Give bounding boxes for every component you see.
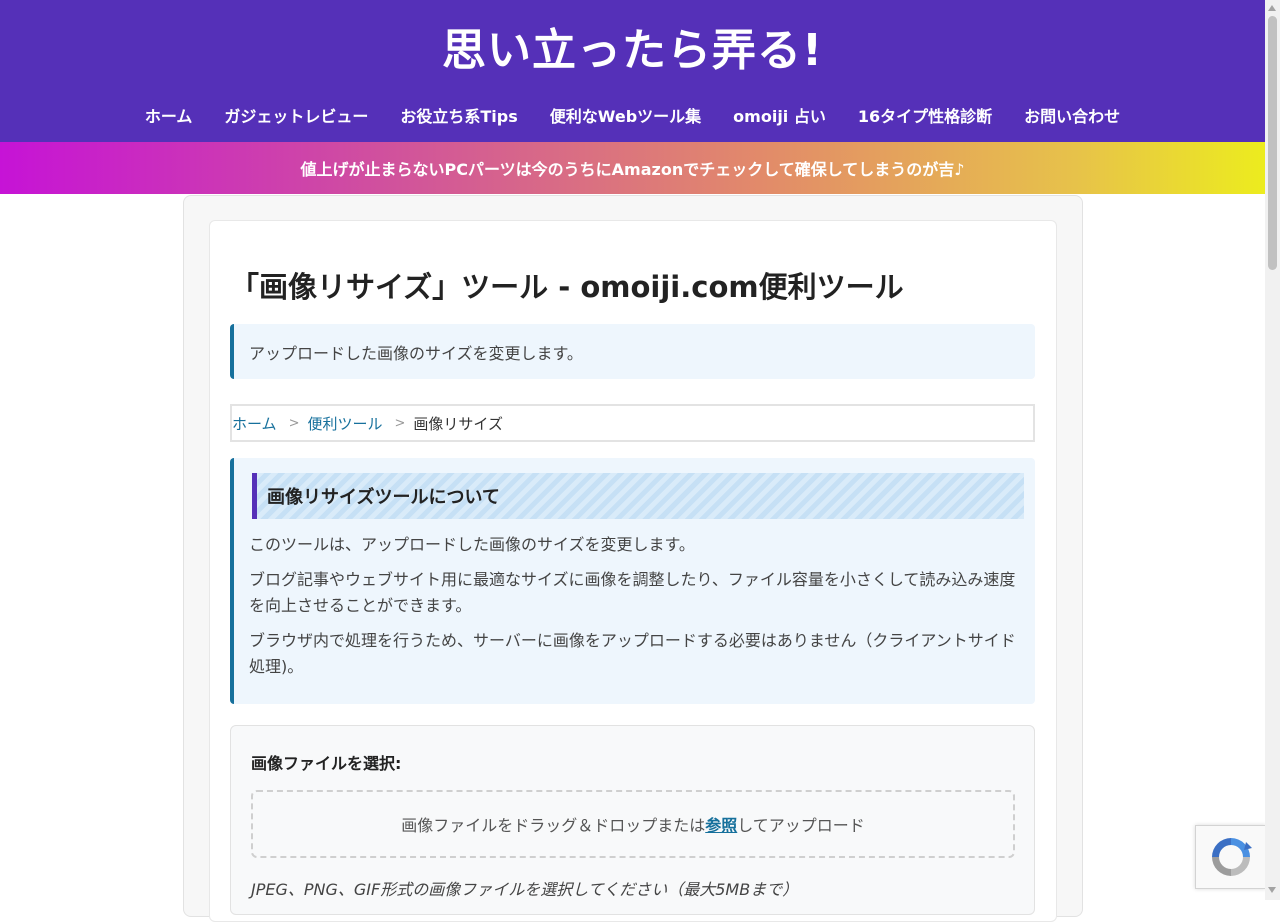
nav-item-personality-test[interactable]: 16タイプ性格診断 [842, 103, 1008, 127]
about-paragraph-2: ブログ記事やウェブサイト用に最適なサイズに画像を調整したり、ファイル容量を小さく… [249, 567, 1024, 619]
global-nav: ホーム ガジェットレビュー お役立ち系Tips 便利なWebツール集 omoij… [0, 103, 1265, 127]
breadcrumb-category[interactable]: 便利ツール [307, 413, 382, 434]
breadcrumb-separator: > [288, 415, 300, 431]
breadcrumb: ホーム > 便利ツール > 画像リサイズ [230, 404, 1035, 442]
nav-item-web-tools[interactable]: 便利なWebツール集 [534, 103, 717, 127]
recaptcha-icon [1212, 838, 1252, 876]
about-section: 画像リサイズツールについて このツールは、アップロードした画像のサイズを変更しま… [230, 458, 1035, 704]
upload-label: 画像ファイルを選択: [251, 754, 402, 773]
about-paragraph-3-line-1: ブラウザ内で処理を行うため、サーバーに画像をアップロードする必要はありません（ク… [249, 631, 1016, 650]
browse-link[interactable]: 参照 [705, 812, 737, 836]
breadcrumb-separator: > [394, 415, 406, 431]
nav-item-tips[interactable]: お役立ち系Tips [384, 103, 533, 127]
site-title[interactable]: 思い立ったら弄る! [0, 14, 1265, 78]
lead-box: アップロードした画像のサイズを変更します。 [230, 324, 1035, 379]
dropzone-text-before: 画像ファイルをドラッグ＆ドロップまたは [401, 816, 706, 835]
promo-banner-text: 値上げが止まらないPCパーツは今のうちにAmazonでチェックして確保してしまう… [300, 160, 965, 179]
nav-item-fortune[interactable]: omoiji 占い [717, 103, 842, 127]
dropzone-text-after: してアップロード [737, 816, 865, 835]
recaptcha-badge[interactable] [1195, 825, 1266, 889]
nav-item-home[interactable]: ホーム [129, 103, 209, 127]
about-paragraph-1: このツールは、アップロードした画像のサイズを変更します。 [249, 535, 695, 554]
breadcrumb-home[interactable]: ホーム [232, 413, 277, 434]
scroll-thumb[interactable] [1268, 16, 1277, 270]
promo-banner[interactable]: 値上げが止まらないPCパーツは今のうちにAmazonでチェックして確保してしまう… [0, 142, 1265, 194]
page-title: 「画像リサイズ」ツール - omoiji.com便利ツール [230, 270, 904, 304]
scroll-up-arrow-icon[interactable] [1268, 5, 1276, 11]
image-dropzone[interactable]: 画像ファイルをドラッグ＆ドロップまたは 参照 してアップロード [251, 790, 1015, 858]
about-heading: 画像リサイズツールについて [252, 473, 1024, 519]
upload-section: 画像ファイルを選択: 画像ファイルをドラッグ＆ドロップまたは 参照 してアップロ… [230, 725, 1035, 915]
page-scrollbar[interactable] [1265, 0, 1280, 900]
lead-text: アップロードした画像のサイズを変更します。 [249, 343, 583, 363]
about-paragraph-2-line-2: を向上させることができます。 [249, 596, 472, 615]
about-paragraph-3-line-2: 処理)。 [249, 657, 304, 676]
scroll-down-arrow-icon[interactable] [1268, 887, 1276, 893]
nav-item-contact[interactable]: お問い合わせ [1008, 103, 1136, 127]
about-paragraph-3: ブラウザ内で処理を行うため、サーバーに画像をアップロードする必要はありません（ク… [249, 628, 1024, 680]
breadcrumb-current: 画像リサイズ [413, 414, 503, 433]
nav-item-gadget-review[interactable]: ガジェットレビュー [208, 103, 384, 127]
upload-hint: JPEG、PNG、GIF形式の画像ファイルを選択してください（最大5MBまで） [251, 880, 799, 899]
site-header: 思い立ったら弄る! ホーム ガジェットレビュー お役立ち系Tips 便利なWeb… [0, 0, 1265, 142]
about-paragraph-2-line-1: ブログ記事やウェブサイト用に最適なサイズに画像を調整したり、ファイル容量を小さく… [249, 570, 1016, 589]
